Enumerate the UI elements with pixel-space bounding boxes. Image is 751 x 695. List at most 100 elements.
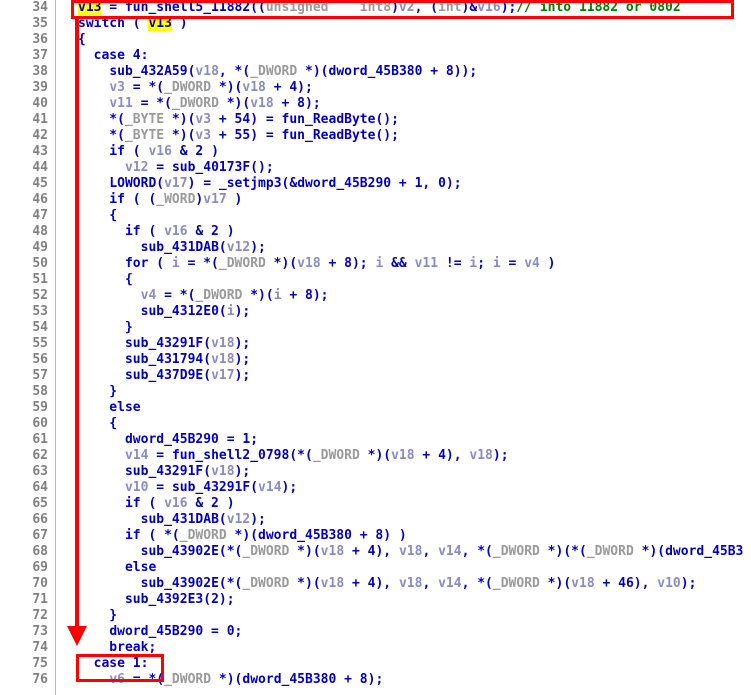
- code-line[interactable]: sub_431DAB(v12);: [57, 240, 751, 256]
- code-token: v16: [477, 0, 501, 15]
- code-line[interactable]: v12 = sub_40173F();: [57, 160, 751, 176]
- code-token: *)(: [265, 256, 298, 271]
- code-line[interactable]: v13 = fun_shell5_11882((unsigned int8)v2…: [57, 0, 751, 16]
- code-line[interactable]: sub_43902E(*(_DWORD *)(v18 + 4), v18, v1…: [57, 576, 751, 592]
- line-number: 44: [32, 160, 48, 175]
- code-line[interactable]: {: [57, 272, 751, 288]
- code-line[interactable]: if ( v16 & 2 ): [57, 144, 751, 160]
- line-number: 35: [32, 16, 48, 31]
- code-token: *)(*(: [539, 544, 587, 559]
- code-line[interactable]: {: [57, 416, 751, 432]
- code-line[interactable]: else: [57, 400, 751, 416]
- code-line[interactable]: dword_45B290 = 0;: [57, 624, 751, 640]
- code-line[interactable]: *(_BYTE *)(v3 + 54) = fun_ReadByte();: [57, 112, 751, 128]
- code-token: sub_437D9E: [124, 368, 204, 383]
- code-line[interactable]: v3 = *(_DWORD *)(v18 + 4);: [57, 80, 751, 96]
- line-number: 62: [32, 448, 48, 463]
- code-line[interactable]: sub_4392E3(2);: [57, 592, 751, 608]
- code-token: );: [234, 352, 251, 367]
- code-token: _DWORD: [164, 80, 212, 95]
- code-token: }: [78, 384, 118, 399]
- code-token: *)(: [164, 128, 196, 143]
- code-line[interactable]: v6 = *(_DWORD *)(dword_45B380 + 8);: [57, 672, 751, 688]
- code-token: );: [234, 464, 251, 479]
- code-token: + 8) ): [351, 528, 407, 543]
- code-line[interactable]: sub_43902E(*(_DWORD *)(v18 + 4), v18, v1…: [57, 544, 751, 560]
- code-token: {: [78, 208, 118, 223]
- code-token: );: [234, 336, 251, 351]
- code-token: ) =: [187, 176, 219, 191]
- code-token: *(: [78, 128, 125, 143]
- code-token: else: [78, 560, 157, 575]
- line-number: 46: [32, 192, 48, 207]
- code-line[interactable]: if ( v16 & 2 ): [57, 496, 751, 512]
- code-token: & 2 ): [171, 144, 219, 159]
- code-line[interactable]: LOWORD(v17) = _setjmp3(&dword_45B290 + 1…: [57, 176, 751, 192]
- line-number: 54: [32, 320, 48, 335]
- code-token: *)(: [211, 672, 243, 687]
- line-number: 45: [32, 176, 48, 191]
- code-line[interactable]: sub_431DAB(v12);: [57, 512, 751, 528]
- code-token: _DWORD: [492, 544, 540, 559]
- code-area[interactable]: v13 = fun_shell5_11882((unsigned int8)v2…: [57, 0, 751, 695]
- code-token: );: [250, 240, 266, 255]
- code-line[interactable]: case 4:: [57, 48, 751, 64]
- code-line[interactable]: sub_4312E0(i);: [57, 304, 751, 320]
- code-token: + 8));: [422, 64, 478, 79]
- code-line[interactable]: }: [57, 608, 751, 624]
- code-line[interactable]: case 1:: [57, 656, 751, 672]
- code-line[interactable]: sub_431794(v18);: [57, 352, 751, 368]
- code-line[interactable]: v11 = *(_DWORD *)(v18 + 8);: [57, 96, 751, 112]
- code-token: & 2 ): [187, 496, 235, 511]
- code-line[interactable]: }: [57, 320, 751, 336]
- code-line[interactable]: v4 = *(_DWORD *)(i + 8);: [57, 288, 751, 304]
- code-token: v18: [250, 96, 274, 111]
- line-number: 67: [32, 528, 48, 543]
- code-token: i: [273, 288, 282, 303]
- code-line[interactable]: if ( (_WORD)v17 ): [57, 192, 751, 208]
- code-token: (: [218, 240, 227, 255]
- code-token: v12: [226, 240, 251, 255]
- code-line[interactable]: {: [57, 32, 751, 48]
- code-line[interactable]: v10 = sub_43291F(v14);: [57, 480, 751, 496]
- code-token: sub_43902E: [140, 544, 219, 559]
- code-line[interactable]: switch ( v13 ): [57, 16, 751, 32]
- code-token: switch (: [78, 16, 149, 31]
- code-token: *)(: [633, 544, 666, 559]
- code-line[interactable]: if ( v16 & 2 ): [57, 224, 751, 240]
- pseudocode-viewer[interactable]: 34 35 36 37 38 39 40 41 42 43 44 45 46 47 48 49 50 51 52 53…: [0, 0, 751, 695]
- code-line[interactable]: sub_432A59(v18, *(_DWORD *)(dword_45B380…: [57, 64, 751, 80]
- code-line[interactable]: *(_BYTE *)(v3 + 55) = fun_ReadByte();: [57, 128, 751, 144]
- code-line[interactable]: {: [57, 208, 751, 224]
- code-token: *)(: [164, 112, 196, 127]
- code-token: sub_43291F: [171, 480, 251, 495]
- code-token: if (: [78, 496, 165, 511]
- code-token: + 8);: [320, 256, 376, 271]
- code-token: &&: [383, 256, 415, 271]
- code-line[interactable]: }: [57, 384, 751, 400]
- code-line[interactable]: v14 = fun_shell2_0798(*(_DWORD *)(v18 + …: [57, 448, 751, 464]
- code-token: LOWORD: [109, 176, 157, 191]
- code-token: = *(: [156, 288, 196, 303]
- code-line[interactable]: break;: [57, 640, 751, 656]
- code-token: v18: [469, 448, 493, 463]
- code-token: sub_431DAB: [140, 240, 219, 255]
- line-number: 73: [32, 624, 48, 639]
- code-line[interactable]: for ( i = *(_DWORD *)(v18 + 8); i && v11…: [57, 256, 751, 272]
- code-token: i: [226, 304, 235, 319]
- code-token: (: [203, 464, 212, 479]
- code-line[interactable]: sub_43291F(v18);: [57, 464, 751, 480]
- code-line[interactable]: else: [57, 560, 751, 576]
- code-token: if (: [78, 224, 165, 239]
- code-token: = *(: [132, 96, 172, 111]
- code-token: + 4);: [265, 80, 313, 95]
- code-line[interactable]: sub_43291F(v18);: [57, 336, 751, 352]
- code-token: (: [203, 368, 212, 383]
- code-token: break;: [78, 640, 157, 655]
- code-line[interactable]: sub_437D9E(v17);: [57, 368, 751, 384]
- code-token: v3: [109, 80, 125, 95]
- code-line[interactable]: if ( *(_DWORD *)(dword_45B380 + 8) ): [57, 528, 751, 544]
- line-number: 42: [32, 128, 48, 143]
- code-line[interactable]: dword_45B290 = 1;: [57, 432, 751, 448]
